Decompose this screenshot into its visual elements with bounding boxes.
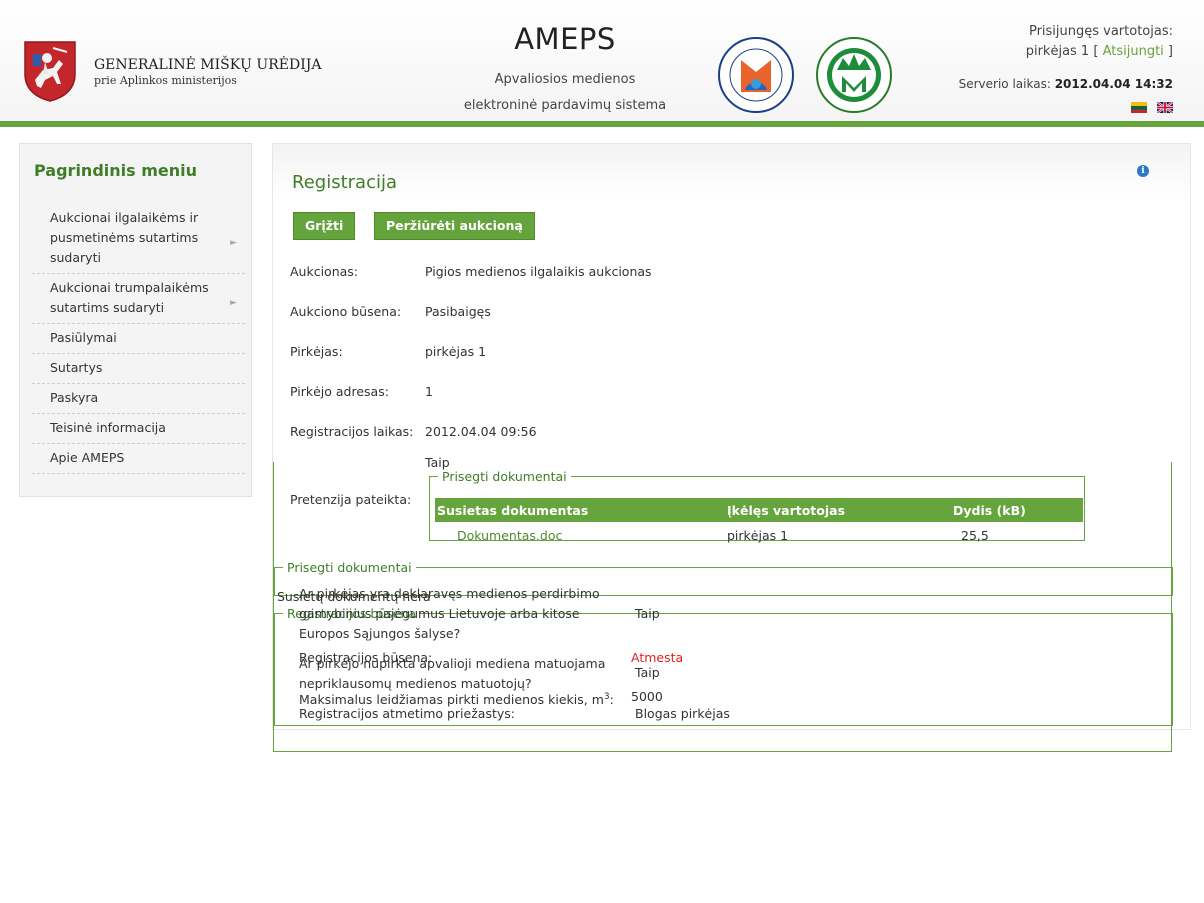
- logout-link[interactable]: Atsijungti: [1103, 44, 1164, 59]
- coat-of-arms-logo: [24, 41, 76, 102]
- main-menu: Aukcionai ilgalaikėms ir pusmetinėms sut…: [32, 204, 245, 474]
- logged-user-line: pirkėjas 1 [ Atsijungti ]: [1026, 44, 1173, 59]
- server-time: Serverio laikas: 2012.04.04 14:32: [959, 77, 1173, 91]
- bracket-close: ]: [1167, 44, 1173, 59]
- declared-capacity-label-line-3: Europos Sąjungos šalyse?: [299, 626, 461, 641]
- uploader-cell: pirkėjas 1: [727, 527, 789, 543]
- registration-time-value: 2012.04.04 09:56: [425, 424, 537, 439]
- document-link[interactable]: Dokumentas.doc: [457, 528, 562, 543]
- server-time-value: 2012.04.04 14:32: [1054, 77, 1173, 91]
- menu-item-label: Aukcionai ilgalaikėms ir pusmetinėms sut…: [50, 210, 199, 265]
- org-title: GENERALINĖ MIŠKŲ URĖDIJA: [94, 57, 322, 73]
- app-subtitle-line-2: elektroninė pardavimų sistema: [463, 98, 667, 113]
- independent-measurers-value: Taip: [635, 665, 660, 680]
- menu-item-label: Teisinė informacija: [50, 420, 166, 435]
- header-divider: [0, 121, 1204, 127]
- bracket-open: [: [1093, 44, 1099, 59]
- claim-documents-box: Prisegti dokumentai Susietas dokumentas …: [429, 469, 1085, 543]
- menu-item-label: Pasiūlymai: [50, 330, 117, 345]
- independent-measurers-label-line-1: Ar pirkėjo nupirkta apvalioji mediena ma…: [299, 656, 606, 671]
- claim-value: Taip: [425, 455, 450, 470]
- column-header-document: Susietas dokumentas: [435, 498, 725, 522]
- table-row: Dokumentas.doc pirkėjas 1 25,5: [435, 522, 1083, 548]
- logged-user-label: Prisijungęs vartotojas:: [1028, 24, 1173, 39]
- menu-item-offers[interactable]: Pasiūlymai: [32, 324, 245, 354]
- server-time-label: Serverio laikas:: [958, 77, 1051, 91]
- max-quantity-label-suffix: :: [609, 692, 614, 708]
- declared-capacity-label-line-1: Ar pirkėjas yra deklaravęs medienos perd…: [299, 586, 600, 601]
- buyer-address-value: 1: [425, 384, 433, 399]
- menu-item-label: Sutartys: [50, 360, 103, 375]
- attached-documents-legend: Prisegti dokumentai: [287, 560, 412, 575]
- menu-item-about[interactable]: Apie AMEPS: [32, 444, 245, 474]
- uk-flag-icon[interactable]: [1157, 102, 1173, 113]
- size-cell: 25,5: [961, 527, 989, 543]
- menu-item-label: Apie AMEPS: [50, 450, 125, 465]
- submenu-arrow-icon: ►: [230, 237, 237, 248]
- menu-item-short-term-auctions[interactable]: Aukcionai trumpalaikėms sutartims sudary…: [32, 274, 245, 324]
- app-title: AMEPS: [514, 22, 616, 56]
- declared-capacity-value: Taip: [635, 606, 660, 621]
- auction-status-label: Aukciono būsena:: [290, 304, 402, 319]
- back-button[interactable]: Grįžti: [293, 212, 356, 240]
- rejection-reason-value: Blogas pirkėjas: [635, 706, 730, 721]
- column-header-uploader: Įkėlęs vartotojas: [725, 498, 951, 522]
- buyer-label: Pirkėjas:: [290, 344, 343, 359]
- ministry-logo: [718, 37, 794, 113]
- forest-agency-logo: [816, 37, 892, 113]
- auction-label: Aukcionas:: [290, 264, 359, 279]
- app-subtitle-line-1: Apvaliosios medienos: [494, 72, 636, 87]
- column-header-size: Dydis (kB): [951, 498, 1083, 522]
- auction-status-value: Pasibaigęs: [425, 304, 491, 319]
- table-header-row: Susietas dokumentas Įkėlęs vartotojas Dy…: [435, 498, 1083, 522]
- menu-item-contracts[interactable]: Sutartys: [32, 354, 245, 384]
- menu-item-account[interactable]: Paskyra: [32, 384, 245, 414]
- app-subtitle: Apvaliosios medienos elektroninė pardavi…: [400, 67, 730, 119]
- org-subtitle: prie Aplinkos ministerijos: [94, 74, 237, 87]
- sidebar-title: Pagrindinis meniu: [34, 161, 198, 180]
- claim-label: Pretenzija pateikta:: [290, 492, 412, 507]
- panel-header: [273, 144, 1190, 200]
- buyer-value: pirkėjas 1: [425, 344, 487, 359]
- page-header: GENERALINĖ MIŠKŲ URĖDIJA prie Aplinkos m…: [0, 0, 1204, 123]
- logged-user-name: pirkėjas 1: [1025, 44, 1090, 59]
- independent-measurers-label: Ar pirkėjo nupirkta apvalioji mediena ma…: [299, 654, 605, 694]
- claim-documents-table: Susietas dokumentas Įkėlęs vartotojas Dy…: [435, 498, 1083, 548]
- menu-item-label: Aukcionai trumpalaikėms sutartims sudary…: [50, 280, 209, 315]
- declared-capacity-label-line-2: gamybinius pajėgumus Lietuvoje arba kito…: [299, 606, 580, 621]
- auction-value: Pigios medienos ilgalaikis aukcionas: [425, 264, 652, 279]
- rejection-reason-label: Registracijos atmetimo priežastys:: [299, 706, 515, 721]
- registration-time-label: Registracijos laikas:: [290, 424, 414, 439]
- independent-measurers-label-line-2: nepriklausomų medienos matuotojų?: [299, 676, 532, 691]
- claim-documents-legend: Prisegti dokumentai: [442, 469, 567, 484]
- view-auction-button[interactable]: Peržiūrėti aukcioną: [374, 212, 535, 240]
- menu-item-long-term-auctions[interactable]: Aukcionai ilgalaikėms ir pusmetinėms sut…: [32, 204, 245, 274]
- info-icon[interactable]: i: [1137, 165, 1149, 177]
- menu-item-legal-info[interactable]: Teisinė informacija: [32, 414, 245, 444]
- sidebar: Pagrindinis meniu Aukcionai ilgalaikėms …: [19, 143, 252, 497]
- menu-item-label: Paskyra: [50, 390, 99, 405]
- submenu-arrow-icon: ►: [230, 297, 237, 308]
- language-switcher: [1125, 100, 1173, 114]
- buyer-address-label: Pirkėjo adresas:: [290, 384, 389, 399]
- lithuanian-flag-icon[interactable]: [1131, 102, 1148, 113]
- page-title: Registracija: [292, 172, 397, 193]
- declared-capacity-label: Ar pirkėjas yra deklaravęs medienos perd…: [299, 584, 600, 644]
